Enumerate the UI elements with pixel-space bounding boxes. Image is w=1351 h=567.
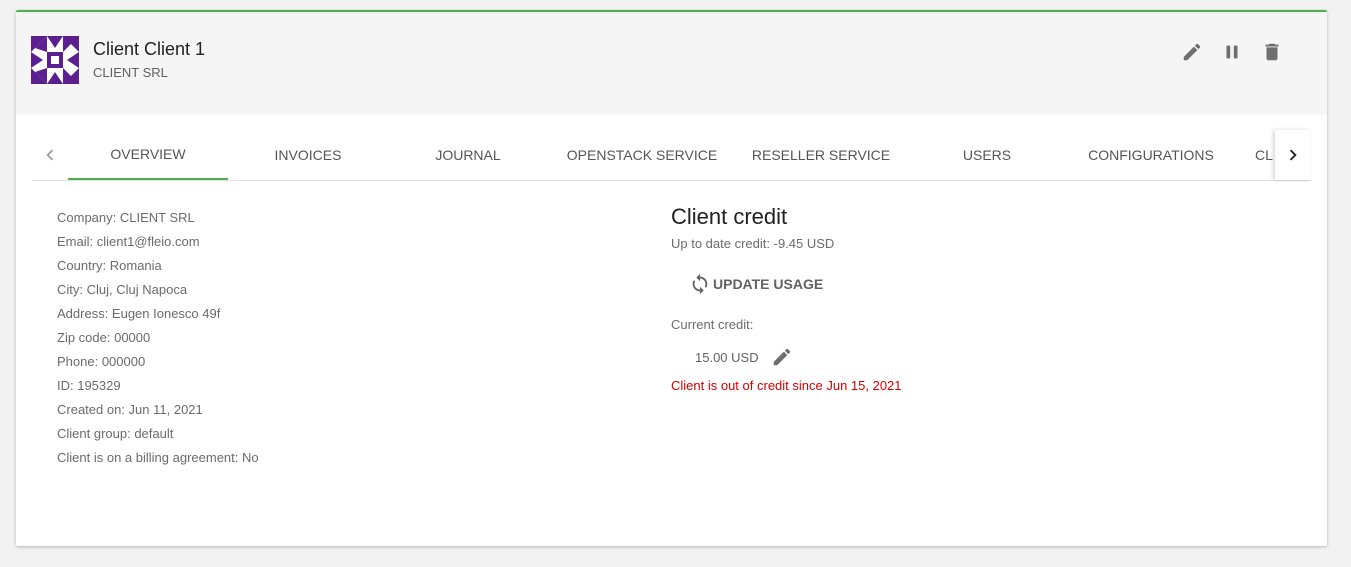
tab-overview[interactable]: OVERVIEW bbox=[68, 130, 228, 180]
edit-client-button[interactable] bbox=[1180, 40, 1204, 64]
tab-list: OVERVIEW INVOICES JOURNAL OPENSTACK SERV… bbox=[68, 130, 1275, 180]
detail-phone: Phone: 000000 bbox=[57, 354, 146, 369]
current-credit-value: 15.00 USD bbox=[695, 349, 759, 365]
current-credit-row: 15.00 USD bbox=[695, 346, 902, 368]
chevron-left-icon bbox=[46, 149, 54, 161]
chevron-right-icon bbox=[1289, 149, 1297, 161]
sync-icon bbox=[692, 273, 708, 295]
delete-icon bbox=[1265, 43, 1279, 61]
detail-created-on: Created on: Jun 11, 2021 bbox=[57, 402, 203, 417]
edit-credit-icon[interactable] bbox=[771, 346, 793, 368]
client-details: Company: CLIENT SRL Email: client1@fleio… bbox=[57, 208, 259, 472]
tab-strip: OVERVIEW INVOICES JOURNAL OPENSTACK SERV… bbox=[68, 130, 1275, 180]
suspend-client-button[interactable] bbox=[1220, 40, 1244, 64]
detail-email: Email: client1@fleio.com bbox=[57, 234, 200, 249]
client-credit-panel: Client credit Up to date credit: -9.45 U… bbox=[671, 202, 902, 393]
out-of-credit-warning: Client is out of credit since Jun 15, 20… bbox=[671, 378, 902, 393]
client-title: Client Client 1 bbox=[93, 39, 206, 59]
client-card: Client Client 1 CLIENT SRL OVERVIEW INVO… bbox=[16, 10, 1327, 546]
detail-company: Company: CLIENT SRL bbox=[57, 210, 195, 225]
edit-icon bbox=[1183, 43, 1201, 61]
detail-city: City: Cluj, Cluj Napoca bbox=[57, 282, 188, 297]
detail-country: Country: Romania bbox=[57, 258, 162, 273]
update-usage-label: UPDATE USAGE bbox=[713, 276, 824, 292]
detail-zip-code: Zip code: 00000 bbox=[57, 330, 151, 345]
detail-billing-agreement: Client is on a billing agreement: No bbox=[57, 450, 259, 465]
update-usage-button[interactable]: UPDATE USAGE bbox=[689, 273, 902, 295]
detail-id: ID: 195329 bbox=[57, 378, 121, 393]
tab-cl[interactable]: CL bbox=[1234, 130, 1275, 180]
detail-address: Address: Eugen Ionesco 49f bbox=[57, 306, 221, 321]
tab-journal[interactable]: JOURNAL bbox=[388, 130, 548, 180]
tab-invoices[interactable]: INVOICES bbox=[228, 130, 388, 180]
tab-reseller-service[interactable]: RESELLER SERVICE bbox=[736, 130, 906, 180]
tab-users[interactable]: USERS bbox=[906, 130, 1068, 180]
client-tabs: OVERVIEW INVOICES JOURNAL OPENSTACK SERV… bbox=[32, 130, 1311, 181]
detail-client-group: Client group: default bbox=[57, 426, 174, 441]
tabs-scroll-right-button[interactable] bbox=[1275, 130, 1311, 180]
client-subtitle: CLIENT SRL bbox=[93, 65, 168, 80]
delete-client-button[interactable] bbox=[1260, 40, 1284, 64]
header-actions bbox=[1180, 40, 1284, 64]
current-credit-label: Current credit: bbox=[671, 317, 754, 332]
tabs-scroll-left-button[interactable] bbox=[32, 130, 68, 180]
client-header: Client Client 1 CLIENT SRL bbox=[16, 12, 1327, 115]
pause-icon bbox=[1226, 45, 1238, 59]
client-avatar-icon bbox=[31, 36, 79, 84]
tab-configurations[interactable]: CONFIGURATIONS bbox=[1068, 130, 1234, 180]
tab-openstack-service[interactable]: OPENSTACK SERVICE bbox=[548, 130, 736, 180]
up-to-date-credit: Up to date credit: -9.45 USD bbox=[671, 236, 835, 251]
credit-title: Client credit bbox=[671, 204, 788, 229]
